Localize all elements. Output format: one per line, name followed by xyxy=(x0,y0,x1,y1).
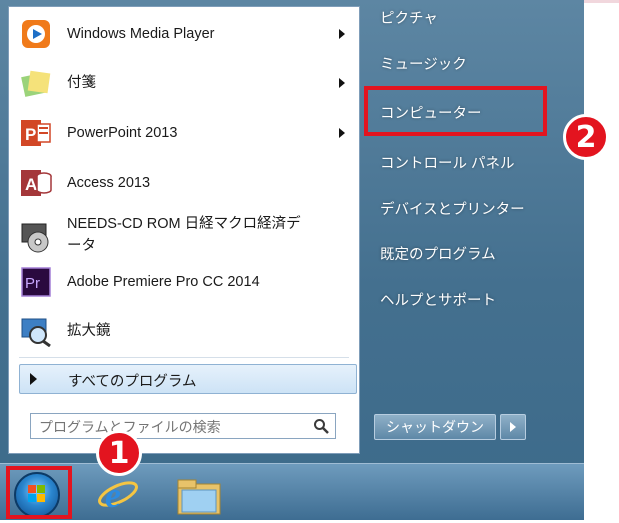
program-item-sticky-notes[interactable]: 付箋 xyxy=(9,60,359,106)
program-label: NEEDS-CD ROM 日経マクロ経済デ xyxy=(67,216,301,232)
svg-text:Pr: Pr xyxy=(25,275,40,292)
sticky-notes-icon xyxy=(19,66,53,100)
internet-explorer-icon[interactable]: e xyxy=(96,470,140,519)
search-icon[interactable] xyxy=(313,418,329,439)
program-label: Windows Media Player xyxy=(67,26,215,42)
link-pictures[interactable]: ピクチャ xyxy=(380,7,438,28)
access-icon: A xyxy=(19,166,53,200)
annotation-step2-number: 2 xyxy=(575,119,597,155)
expand-arrow-icon xyxy=(30,373,37,385)
program-label: 拡大鏡 xyxy=(67,323,111,339)
submenu-arrow-icon[interactable] xyxy=(339,128,345,138)
annotation-step2-badge: 2 xyxy=(563,114,609,160)
svg-text:e: e xyxy=(105,475,121,514)
shutdown-label: シャットダウン xyxy=(386,419,484,435)
svg-text:A: A xyxy=(25,175,37,194)
shutdown-button[interactable]: シャットダウン xyxy=(374,414,496,440)
program-item-powerpoint[interactable]: P PowerPoint 2013 xyxy=(9,110,359,156)
annotation-highlight-start xyxy=(6,466,72,519)
link-control-panel[interactable]: コントロール パネル xyxy=(380,152,515,173)
media-player-icon xyxy=(19,17,53,51)
svg-text:P: P xyxy=(25,125,36,144)
program-list-pane: Windows Media Player 付箋 P PowerPoint 201… xyxy=(8,6,360,454)
all-programs-button[interactable]: すべてのプログラム xyxy=(19,364,357,394)
shutdown-options-button[interactable] xyxy=(500,414,526,440)
program-item-windows-media-player[interactable]: Windows Media Player xyxy=(9,11,359,57)
annotation-step1-number: 1 xyxy=(108,435,130,471)
program-label: PowerPoint 2013 xyxy=(67,125,178,141)
magnifier-icon xyxy=(19,314,53,348)
link-devices-and-printers[interactable]: デバイスとプリンター xyxy=(380,198,525,219)
program-item-premiere[interactable]: Pr Adobe Premiere Pro CC 2014 xyxy=(9,259,359,305)
program-label: 付箋 xyxy=(67,75,96,91)
search-input[interactable] xyxy=(37,416,311,438)
file-explorer-icon[interactable] xyxy=(176,474,222,523)
search-box[interactable] xyxy=(30,413,336,439)
program-label: Adobe Premiere Pro CC 2014 xyxy=(67,274,260,290)
taskbar xyxy=(0,463,584,520)
annotation-highlight-computer xyxy=(364,86,547,136)
submenu-arrow-icon[interactable] xyxy=(339,78,345,88)
link-music[interactable]: ミュージック xyxy=(380,53,467,74)
program-item-magnifier[interactable]: 拡大鏡 xyxy=(9,308,359,354)
submenu-arrow-icon[interactable] xyxy=(339,29,345,39)
chevron-right-icon xyxy=(510,422,516,432)
powerpoint-icon: P xyxy=(19,116,53,150)
premiere-icon: Pr xyxy=(19,265,53,299)
program-label: Access 2013 xyxy=(67,175,151,191)
link-default-programs[interactable]: 既定のプログラム xyxy=(380,243,496,264)
link-help-and-support[interactable]: ヘルプとサポート xyxy=(380,289,496,310)
all-programs-label: すべてのプログラム xyxy=(68,374,197,390)
cd-rom-icon xyxy=(19,220,53,254)
program-item-access[interactable]: A Access 2013 xyxy=(9,160,359,206)
program-label-continued: ータ xyxy=(67,238,96,254)
divider xyxy=(19,357,349,358)
annotation-step1-badge: 1 xyxy=(96,430,142,476)
program-item-needs-cd-rom[interactable]: NEEDS-CD ROM 日経マクロ経済デ ータ xyxy=(9,211,359,263)
